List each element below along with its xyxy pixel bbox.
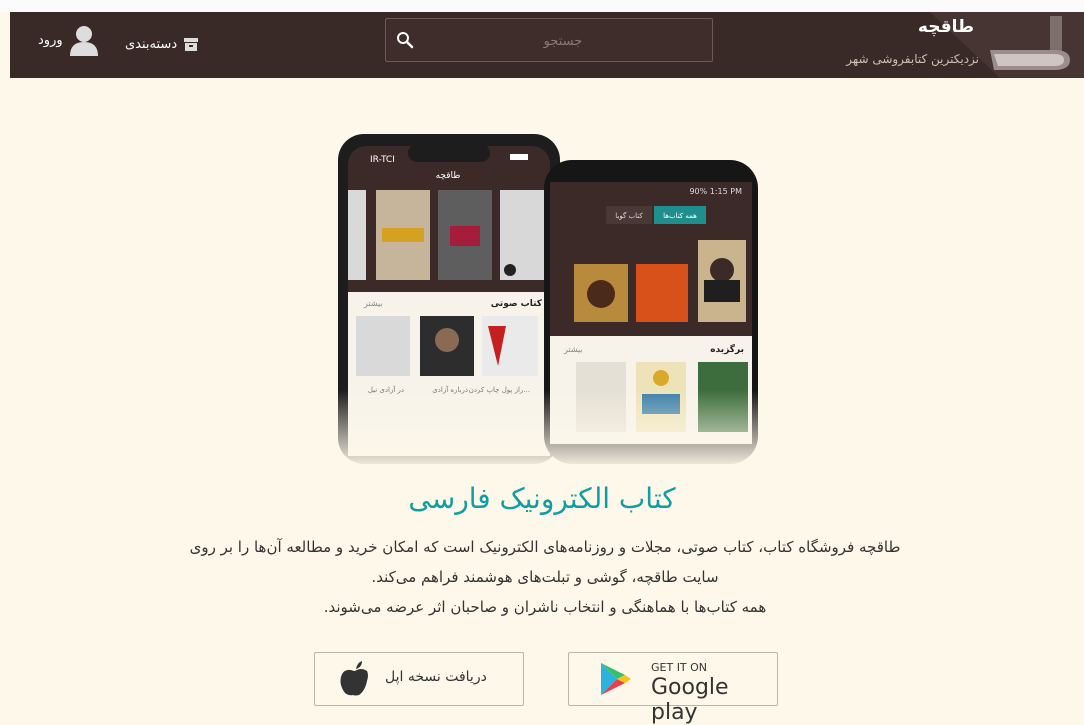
phone2-section-title: برگزیده [710,343,744,355]
top-strip [0,0,1084,12]
categories-link[interactable]: دسته‌بندی [125,32,199,56]
search-input[interactable] [426,28,700,54]
phone1-more-link: بیشتر [363,299,383,308]
phone1-title: طاقچه [436,171,461,181]
description-line-2: سایت طاقچه، گوشی و تبلت‌های هوشمند فراهم… [371,568,719,586]
google-play-big-label: Google play [651,675,729,725]
phones-fade-overlay [330,390,770,470]
description-line-1: طاقچه فروشگاه کتاب، کتاب صوتی، مجلات و ر… [189,538,901,556]
header: طاقچه نزدیکترین کتابفروشی شهر دسته‌بندی … [10,12,1084,78]
apple-download-button[interactable]: دریافت نسخه اپل [314,652,524,706]
brand-tagline: نزدیکترین کتابفروشی شهر [846,52,979,66]
apple-logo-icon [340,661,368,696]
phone2-tab-all-books: همه کتاب‌ها [663,212,697,220]
categories-label: دسته‌بندی [125,36,178,52]
google-play-icon [601,663,631,695]
google-play-small-label: GET IT ON [651,661,708,674]
apple-download-label: دریافت نسخه اپل [385,669,487,685]
archive-box-icon [184,38,199,51]
search-icon[interactable] [396,31,414,49]
taaghche-logo-icon [990,16,1070,70]
description-line-3: همه کتاب‌ها با هماهنگی و انتخاب ناشران و… [323,598,767,616]
page-description: طاقچه فروشگاه کتاب، کتاب صوتی، مجلات و ر… [150,532,940,622]
phone1-section-title: کتاب صوتی [491,299,543,309]
google-play-button[interactable]: GET IT ON Google play [568,652,778,725]
app-screenshots-illustration: IR-TCI طاقچه کتاب صوتی بیشتر راز پول چاپ… [330,134,770,470]
page-title: کتاب الکترونیک فارسی [408,482,676,515]
phone2-status-text: 90% 1:15 PM [689,187,742,196]
search-box [385,18,713,62]
login-link[interactable]: ورود [38,22,99,58]
phone2-more-link: بیشتر [563,345,583,354]
brand-name[interactable]: طاقچه [918,17,974,37]
user-icon [69,26,98,56]
login-label: ورود [38,32,63,48]
phone1-status-text: IR-TCI [370,155,395,165]
phone2-tab-audio-books: کتاب گویا [615,211,643,220]
